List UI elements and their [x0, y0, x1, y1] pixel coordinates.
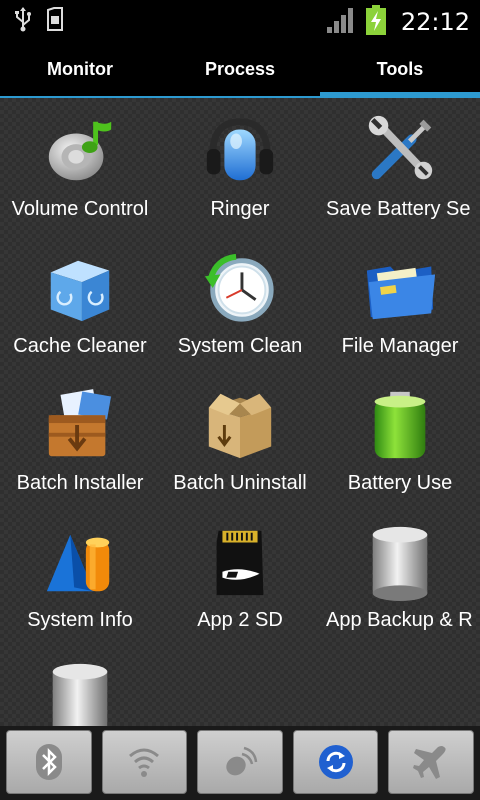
bluetooth-toggle[interactable] — [6, 730, 92, 794]
tool-label: App Backup & R — [326, 609, 473, 631]
airplane-icon — [413, 746, 446, 779]
tool-label: Battery Use — [347, 472, 453, 494]
battery-icon — [374, 391, 426, 459]
tool-cache-cleaner[interactable]: Cache Cleaner — [0, 235, 160, 372]
sd-card-icon — [216, 530, 264, 596]
tool-label: Batch Installer — [16, 472, 144, 494]
tool-label: System Clean — [177, 335, 303, 357]
tool-save-battery[interactable]: Save Battery Se — [320, 98, 480, 235]
volume-control-icon — [48, 121, 112, 181]
status-time: 22:12 — [400, 8, 470, 36]
tool-file-manager[interactable]: File Manager — [320, 235, 480, 372]
folder-icon — [366, 266, 436, 320]
open-box-icon — [208, 393, 272, 459]
tab-tools[interactable]: Tools — [320, 40, 480, 98]
shapes-icon — [46, 534, 110, 592]
gps-icon — [226, 746, 258, 776]
tool-label: Cache Cleaner — [13, 335, 147, 357]
tool-partial[interactable] — [0, 646, 160, 726]
tool-label: Volume Control — [11, 198, 149, 220]
box-install-icon — [48, 389, 112, 457]
battery-charging-icon — [365, 4, 387, 40]
wifi-icon — [129, 748, 160, 777]
database-icon — [372, 526, 428, 601]
tool-label: App 2 SD — [197, 609, 283, 631]
headphones-icon — [206, 118, 274, 181]
wifi-toggle[interactable] — [101, 730, 188, 794]
sync-toggle[interactable] — [292, 730, 379, 794]
tab-bar: Monitor Process Tools — [0, 40, 480, 98]
tab-process[interactable]: Process — [160, 40, 320, 98]
gps-toggle[interactable] — [197, 730, 283, 794]
recycle-box-icon — [50, 260, 110, 322]
tools-grid: Volume Control Ringer Save Battery Se Ca… — [0, 98, 480, 726]
database-icon — [52, 663, 108, 726]
signal-icon — [325, 5, 357, 39]
tool-volume-control[interactable]: Volume Control — [0, 98, 160, 235]
tool-system-clean[interactable]: System Clean — [160, 235, 320, 372]
airplane-mode-toggle[interactable] — [388, 730, 474, 794]
tool-label: Save Battery Se — [326, 198, 471, 220]
tool-label: Batch Uninstall — [173, 472, 307, 494]
tool-app-2-sd[interactable]: App 2 SD — [160, 509, 320, 646]
tool-batch-installer[interactable]: Batch Installer — [0, 372, 160, 509]
tool-label: Ringer — [210, 198, 270, 220]
sync-icon — [318, 745, 353, 779]
tool-label: System Info — [27, 609, 133, 631]
status-bar: 22:12 — [0, 0, 480, 40]
tool-batch-uninstall[interactable]: Batch Uninstall — [160, 372, 320, 509]
clock-refresh-icon — [204, 253, 274, 322]
wrench-screwdriver-icon — [368, 115, 433, 180]
tool-ringer[interactable]: Ringer — [160, 98, 320, 235]
tool-battery-use[interactable]: Battery Use — [320, 372, 480, 509]
tools-panel: Volume Control Ringer Save Battery Se Ca… — [0, 98, 480, 726]
bluetooth-icon — [35, 744, 62, 780]
tool-label: File Manager — [341, 335, 459, 357]
sd-card-icon — [46, 6, 64, 36]
usb-icon — [14, 6, 32, 36]
tab-monitor[interactable]: Monitor — [0, 40, 160, 98]
tool-system-info[interactable]: System Info — [0, 509, 160, 646]
quick-toggle-bar — [0, 726, 480, 800]
tool-app-backup[interactable]: App Backup & R — [320, 509, 480, 646]
